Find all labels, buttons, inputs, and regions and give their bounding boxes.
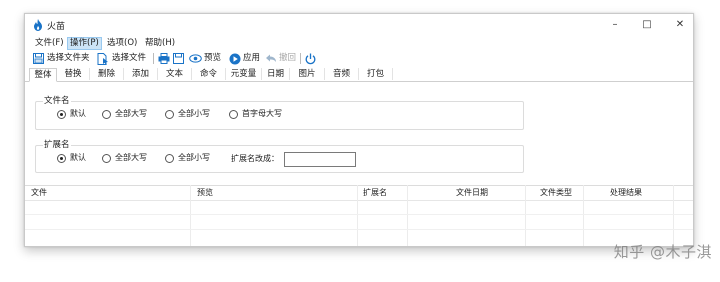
radio-label: 全部大写 (115, 153, 147, 162)
menu-bar: 文件(F) 操作(P) 选项(O) 帮助(H) (25, 37, 693, 50)
file-table-header: 文件 预览 扩展名 文件日期 文件类型 处理结果 (25, 185, 693, 201)
select-folder-button[interactable]: 选择文件夹 (33, 51, 103, 66)
tab-add[interactable]: 添加 (124, 68, 158, 80)
apply-button[interactable]: 应用 (229, 51, 267, 66)
close-button[interactable]: ✕ (668, 17, 692, 33)
menu-options[interactable]: 选项(O) (105, 37, 139, 50)
tab-command[interactable]: 命令 (192, 68, 226, 80)
printer-icon (158, 53, 170, 64)
column-file-date[interactable]: 文件日期 (456, 186, 488, 200)
save-icon (173, 53, 184, 64)
radio-label: 全部小写 (178, 153, 210, 162)
radio-label: 默认 (70, 109, 86, 118)
radio-circle (57, 154, 66, 163)
radio-circle (102, 110, 111, 119)
window-title: 火苗 (47, 22, 66, 32)
radio-label: 默认 (70, 153, 86, 162)
file-select-icon (97, 53, 108, 65)
save-button[interactable] (173, 51, 187, 66)
radio-circle (102, 154, 111, 163)
tab-metavariable[interactable]: 元变量 (226, 68, 262, 80)
select-file-button[interactable]: 选择文件 (97, 51, 157, 66)
column-divider (190, 185, 191, 246)
title-bar: 火苗 – □ ✕ (25, 14, 693, 36)
power-button[interactable] (305, 51, 319, 66)
tab-delete[interactable]: 删除 (90, 68, 124, 80)
toolbar: 选择文件夹 选择文件 预览 应用 撤回 (25, 51, 693, 66)
play-icon (229, 53, 241, 65)
radio-label: 首字母大写 (242, 109, 282, 118)
apply-label: 应用 (243, 53, 261, 63)
column-file[interactable]: 文件 (31, 186, 47, 200)
table-row-divider (25, 214, 693, 215)
column-file-type[interactable]: 文件类型 (540, 186, 572, 200)
print-button[interactable] (158, 51, 172, 66)
column-divider (357, 185, 358, 246)
extension-change-label: 扩展名改成： (231, 154, 279, 163)
column-extension[interactable]: 扩展名 (363, 186, 387, 200)
undo-label: 撤回 (279, 53, 297, 63)
eye-icon (189, 54, 202, 63)
radio-dot (60, 157, 63, 160)
watermark: 知乎 @木子淇 (613, 243, 712, 261)
select-file-label: 选择文件 (112, 53, 147, 63)
undo-icon (266, 54, 276, 62)
app-window: 火苗 – □ ✕ 文件(F) 操作(P) 选项(O) 帮助(H) 选择文件夹 选… (24, 13, 694, 247)
radio-dot (60, 113, 63, 116)
radio-circle (165, 154, 174, 163)
table-row-divider (25, 229, 693, 230)
menu-help[interactable]: 帮助(H) (143, 37, 177, 50)
radio-circle (229, 110, 238, 119)
radio-circle (57, 110, 66, 119)
maximize-button[interactable]: □ (635, 17, 659, 33)
tab-audio[interactable]: 音频 (325, 68, 359, 80)
menu-operation[interactable]: 操作(P) (67, 37, 102, 50)
tab-strip: 整体 替换 删除 添加 文本 命令 元变量 日期 图片 音频 打包 (25, 68, 693, 82)
radio-label: 全部小写 (178, 109, 210, 118)
toolbar-separator (300, 53, 301, 64)
menu-file[interactable]: 文件(F) (33, 37, 66, 50)
select-folder-label: 选择文件夹 (47, 53, 90, 63)
column-divider (407, 185, 408, 246)
power-icon (305, 53, 316, 65)
tab-text[interactable]: 文本 (158, 68, 192, 80)
radio-label: 全部大写 (115, 109, 147, 118)
radio-circle (165, 110, 174, 119)
column-result[interactable]: 处理结果 (610, 186, 642, 200)
tab-image[interactable]: 图片 (290, 68, 325, 80)
flame-icon (34, 19, 42, 31)
tab-overall[interactable]: 整体 (29, 68, 57, 82)
extension-group-title: 扩展名 (43, 138, 71, 150)
preview-label: 预览 (204, 53, 222, 63)
preview-button[interactable]: 预览 (189, 51, 233, 66)
tab-date[interactable]: 日期 (262, 68, 290, 80)
toolbar-separator (153, 53, 154, 64)
save-folder-icon (33, 53, 44, 64)
minimize-button[interactable]: – (603, 17, 627, 33)
extension-change-input[interactable] (284, 152, 356, 167)
filename-group-title: 文件名 (43, 94, 71, 106)
column-divider (525, 185, 526, 246)
undo-button[interactable]: 撤回 (265, 51, 299, 66)
tab-replace[interactable]: 替换 (57, 68, 90, 80)
tab-package[interactable]: 打包 (359, 68, 393, 80)
column-divider (583, 185, 584, 246)
column-divider (673, 185, 674, 246)
column-preview[interactable]: 预览 (197, 186, 213, 200)
